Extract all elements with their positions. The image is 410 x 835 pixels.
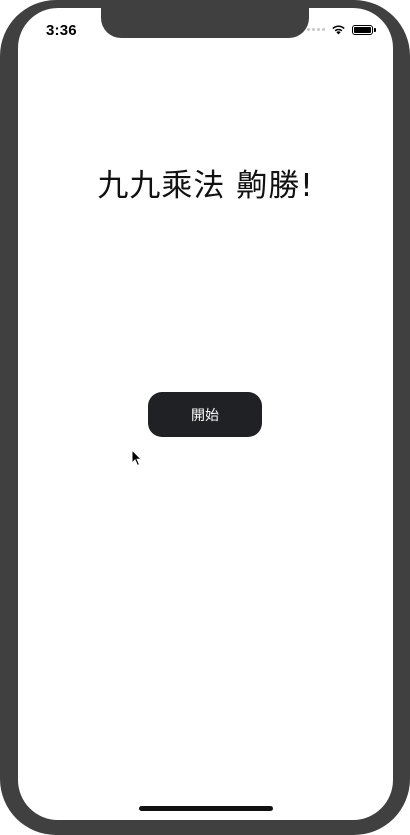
page-title: 九九乘法 齁勝! — [97, 168, 314, 204]
wifi-icon — [332, 25, 345, 35]
battery-icon — [352, 24, 376, 35]
notch — [101, 8, 309, 38]
start-button[interactable]: 開始 — [148, 392, 262, 437]
signal-icon — [307, 28, 325, 31]
status-icons — [307, 24, 376, 35]
app-screen: 3:36 九九乘法 齁勝! 開始 — [18, 8, 393, 820]
status-time: 3:36 — [46, 22, 77, 39]
home-indicator[interactable] — [139, 806, 273, 811]
mouse-cursor-icon — [131, 449, 143, 467]
device-frame: 3:36 九九乘法 齁勝! 開始 — [0, 0, 410, 835]
